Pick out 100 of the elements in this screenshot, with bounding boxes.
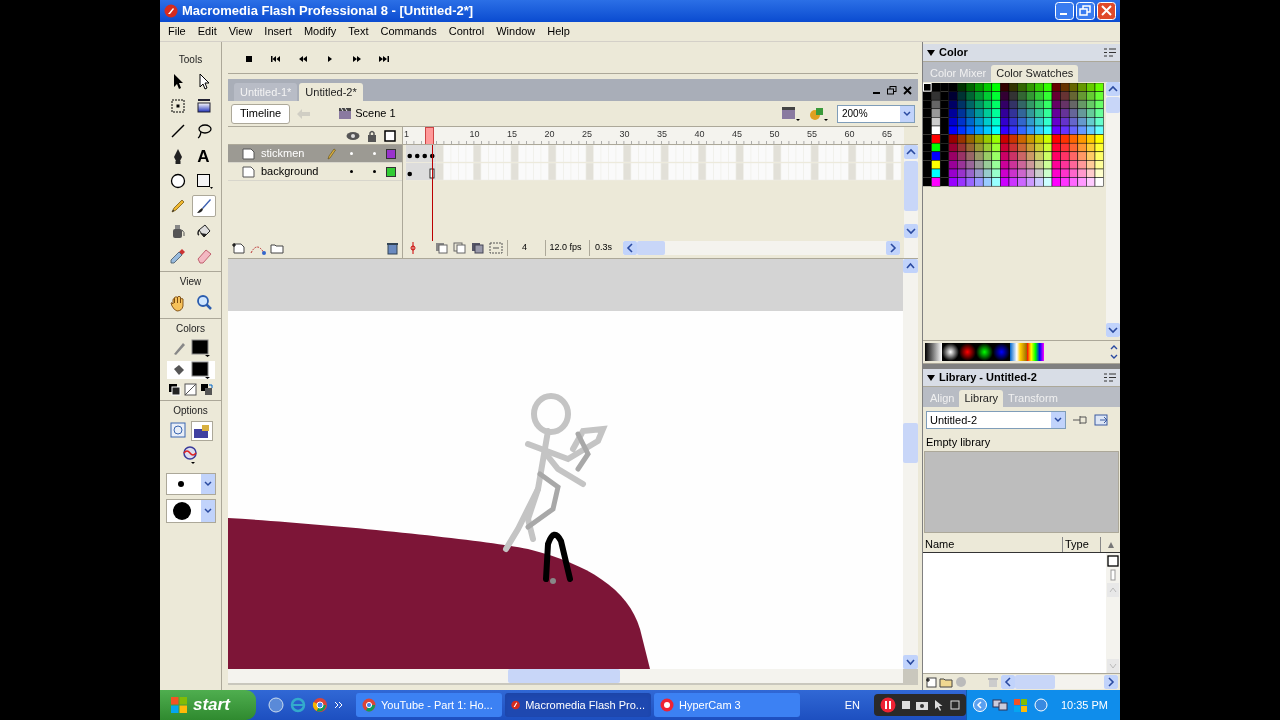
panel-header[interactable]: Color <box>923 44 1120 62</box>
edit-scene-icon[interactable] <box>809 105 829 122</box>
flash-logo-icon <box>511 698 521 712</box>
panel-menu-icon[interactable] <box>1104 47 1116 58</box>
internet-explorer-icon[interactable] <box>290 697 306 713</box>
chevron-down-icon <box>203 508 212 514</box>
timeline-scrollbar[interactable] <box>623 241 900 255</box>
no-color-icon[interactable] <box>184 383 197 396</box>
new-symbol-icon[interactable] <box>925 675 937 688</box>
new-folder-icon[interactable] <box>939 675 953 688</box>
scroll-left-icon <box>1001 674 1015 689</box>
swatches-scrollbar[interactable] <box>1106 82 1120 337</box>
timeline-button[interactable]: Timeline <box>231 103 291 124</box>
edit-symbols-icon[interactable] <box>781 105 801 122</box>
center-frame-icon[interactable] <box>407 241 419 255</box>
scroll-thumb[interactable] <box>1015 674 1055 689</box>
tray-expand-icon[interactable] <box>972 698 987 712</box>
onion-outline-icon[interactable] <box>453 242 467 254</box>
fill-color-swatch[interactable] <box>190 361 211 379</box>
insert-folder-icon[interactable] <box>269 241 285 255</box>
menu-item[interactable]: Help <box>543 23 574 40</box>
stage-horizontal-scrollbar[interactable] <box>228 669 903 683</box>
frame-number: 50 <box>769 130 780 139</box>
menu-item[interactable]: Insert <box>260 23 296 40</box>
stroke-color-swatch[interactable] <box>190 339 211 357</box>
taskbar-button[interactable]: YouTube - Part 1: Ho... <box>356 693 502 717</box>
menu-item[interactable]: Control <box>444 23 489 40</box>
recorder-controls[interactable] <box>873 694 966 716</box>
menu-item[interactable]: Edit <box>193 23 221 40</box>
pin-library-icon[interactable] <box>1072 413 1088 427</box>
tool-button[interactable]: A <box>191 145 216 167</box>
library-document-dropdown[interactable]: Untitled-2 <box>926 411 1066 429</box>
windows-flag-icon <box>170 696 188 714</box>
browser-icon[interactable] <box>312 697 328 713</box>
globe-icon[interactable] <box>1033 698 1048 712</box>
menu-item[interactable]: Commands <box>376 23 441 40</box>
timeline-vertical-scrollbar[interactable] <box>904 145 918 258</box>
network-icon[interactable] <box>991 698 1008 712</box>
layer-row[interactable]: background <box>228 163 402 181</box>
swap-colors-icon[interactable] <box>200 383 213 396</box>
scroll-down-icon <box>1106 323 1120 337</box>
stage-drawing[interactable] <box>228 259 903 669</box>
brush-shape-dropdown[interactable] <box>165 499 216 523</box>
document-tab[interactable]: Untitled-2* <box>299 83 363 101</box>
taskbar-button[interactable]: Macromedia Flash Pro... <box>505 693 651 717</box>
collapse-triangle-icon <box>927 373 935 382</box>
layer-color-square[interactable] <box>386 166 396 177</box>
scroll-thumb[interactable] <box>903 423 918 463</box>
start-button[interactable]: start <box>160 690 256 720</box>
menu-item[interactable]: Modify <box>299 23 341 40</box>
snap-option-icon[interactable] <box>168 421 187 439</box>
panel-tab[interactable]: Library <box>959 390 1004 407</box>
edit-multiple-frames-icon[interactable] <box>471 242 485 254</box>
tool-button[interactable] <box>191 195 216 217</box>
lock-fill-option-icon[interactable] <box>190 421 213 441</box>
zoom-dropdown[interactable]: 200% <box>837 104 915 123</box>
eye-icon[interactable] <box>346 130 360 141</box>
language-indicator[interactable]: EN <box>844 696 860 714</box>
scroll-thumb[interactable] <box>508 669 620 683</box>
new-library-panel-icon[interactable] <box>1094 413 1110 427</box>
restore-button[interactable] <box>1076 2 1095 20</box>
layer-color-square[interactable] <box>386 148 396 159</box>
close-icon[interactable] <box>903 85 912 95</box>
column-header[interactable]: Name <box>923 537 1063 552</box>
panel-header[interactable]: Library - Untitled-2 <box>923 369 1120 387</box>
default-colors-icon[interactable] <box>168 383 181 396</box>
onion-skin-icon[interactable] <box>435 242 449 254</box>
menu-item[interactable]: View <box>224 23 257 40</box>
close-button[interactable] <box>1097 2 1116 20</box>
layer-name: background <box>261 164 320 180</box>
restore-icon[interactable] <box>887 85 897 95</box>
scroll-thumb[interactable] <box>1106 97 1120 113</box>
insert-layer-icon[interactable] <box>231 241 247 255</box>
sort-icon[interactable] <box>1106 540 1115 549</box>
frame-number: 10 <box>469 130 480 139</box>
column-header[interactable]: Type <box>1063 537 1101 552</box>
scroll-thumb[interactable] <box>904 161 918 211</box>
frame-number: 45 <box>732 130 742 139</box>
delete-layer-icon[interactable] <box>385 241 399 255</box>
more-chevron-icon[interactable] <box>334 700 344 710</box>
app-logo-icon <box>164 4 178 18</box>
library-horizontal-scrollbar[interactable] <box>1001 674 1118 689</box>
pencil-icon <box>168 197 187 215</box>
wide-view-icon[interactable] <box>1107 555 1119 567</box>
scroll-thumb[interactable] <box>637 241 665 255</box>
minimize-button[interactable] <box>1055 2 1074 20</box>
menu-item[interactable]: Window <box>492 23 540 40</box>
color-swatches-drawing[interactable] <box>923 83 1104 187</box>
panel-tab[interactable]: Color Swatches <box>991 65 1079 82</box>
panel-menu-icon[interactable] <box>1104 372 1116 383</box>
frame-number: 1 <box>404 130 409 139</box>
onion-markers-icon[interactable] <box>489 242 503 254</box>
brush-size-dropdown[interactable] <box>165 473 216 495</box>
playhead-marker[interactable] <box>424 127 434 144</box>
outline-icon[interactable] <box>384 129 396 142</box>
menu-item[interactable]: Text <box>344 23 373 40</box>
stage-vertical-scrollbar[interactable] <box>903 259 918 669</box>
taskbar-button[interactable]: HyperCam 3 <box>654 693 800 717</box>
lock-icon[interactable] <box>367 129 377 142</box>
menu-item[interactable]: File <box>164 23 190 40</box>
